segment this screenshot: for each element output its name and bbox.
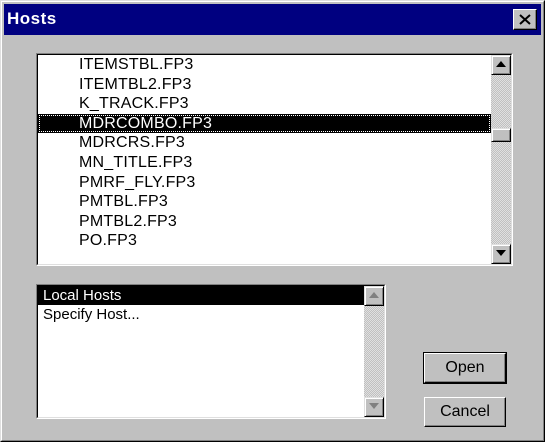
close-icon bbox=[519, 14, 531, 25]
file-list-item[interactable]: PMTBL2.FP3 bbox=[38, 212, 491, 232]
host-scroll-down-button[interactable] bbox=[364, 397, 384, 417]
host-scroll-up-button[interactable] bbox=[364, 286, 384, 306]
host-list-item-local-hosts[interactable]: Local Hosts bbox=[38, 286, 364, 305]
file-list-item[interactable]: PMTBL.FP3 bbox=[38, 192, 491, 212]
file-list-item[interactable]: MN_TITLE.FP3 bbox=[38, 153, 491, 173]
dialog-title: Hosts bbox=[7, 9, 57, 28]
hosts-dialog: Hosts ITEMSTBL.FP3 ITEMTBL2.FP3 K_TRACK.… bbox=[0, 0, 545, 442]
file-scroll-thumb[interactable] bbox=[491, 128, 511, 142]
cancel-button[interactable]: Cancel bbox=[424, 397, 506, 427]
file-list[interactable]: ITEMSTBL.FP3 ITEMTBL2.FP3 K_TRACK.FP3 MD… bbox=[36, 53, 513, 266]
file-list-item[interactable]: MDRCRS.FP3 bbox=[38, 133, 491, 153]
host-list[interactable]: Local Hosts Specify Host... bbox=[36, 284, 386, 419]
host-list-scrollbar[interactable] bbox=[364, 286, 384, 417]
file-list-rows: ITEMSTBL.FP3 ITEMTBL2.FP3 K_TRACK.FP3 MD… bbox=[38, 55, 491, 251]
arrow-up-icon bbox=[496, 61, 506, 67]
file-list-item[interactable]: K_TRACK.FP3 bbox=[38, 94, 491, 114]
file-list-item[interactable]: PO.FP3 bbox=[38, 231, 491, 251]
file-scroll-up-button[interactable] bbox=[491, 55, 511, 75]
host-list-rows: Local Hosts Specify Host... bbox=[38, 286, 364, 324]
file-scroll-down-button[interactable] bbox=[491, 244, 511, 264]
file-list-item[interactable]: PMRF_FLY.FP3 bbox=[38, 173, 491, 193]
file-list-item[interactable]: ITEMSTBL.FP3 bbox=[38, 55, 491, 75]
title-bar[interactable]: Hosts bbox=[4, 4, 541, 35]
file-list-scrollbar[interactable] bbox=[491, 55, 511, 264]
host-list-well: Local Hosts Specify Host... bbox=[37, 285, 385, 418]
open-button[interactable]: Open bbox=[423, 352, 507, 384]
close-button[interactable] bbox=[513, 9, 537, 30]
arrow-up-icon bbox=[369, 292, 379, 298]
host-list-item-specify-host[interactable]: Specify Host... bbox=[38, 305, 364, 324]
arrow-down-icon bbox=[496, 250, 506, 256]
arrow-down-icon bbox=[369, 403, 379, 409]
file-list-item[interactable]: MDRCOMBO.FP3 bbox=[38, 113, 491, 134]
file-list-item[interactable]: ITEMTBL2.FP3 bbox=[38, 75, 491, 95]
file-list-well: ITEMSTBL.FP3 ITEMTBL2.FP3 K_TRACK.FP3 MD… bbox=[37, 54, 512, 265]
